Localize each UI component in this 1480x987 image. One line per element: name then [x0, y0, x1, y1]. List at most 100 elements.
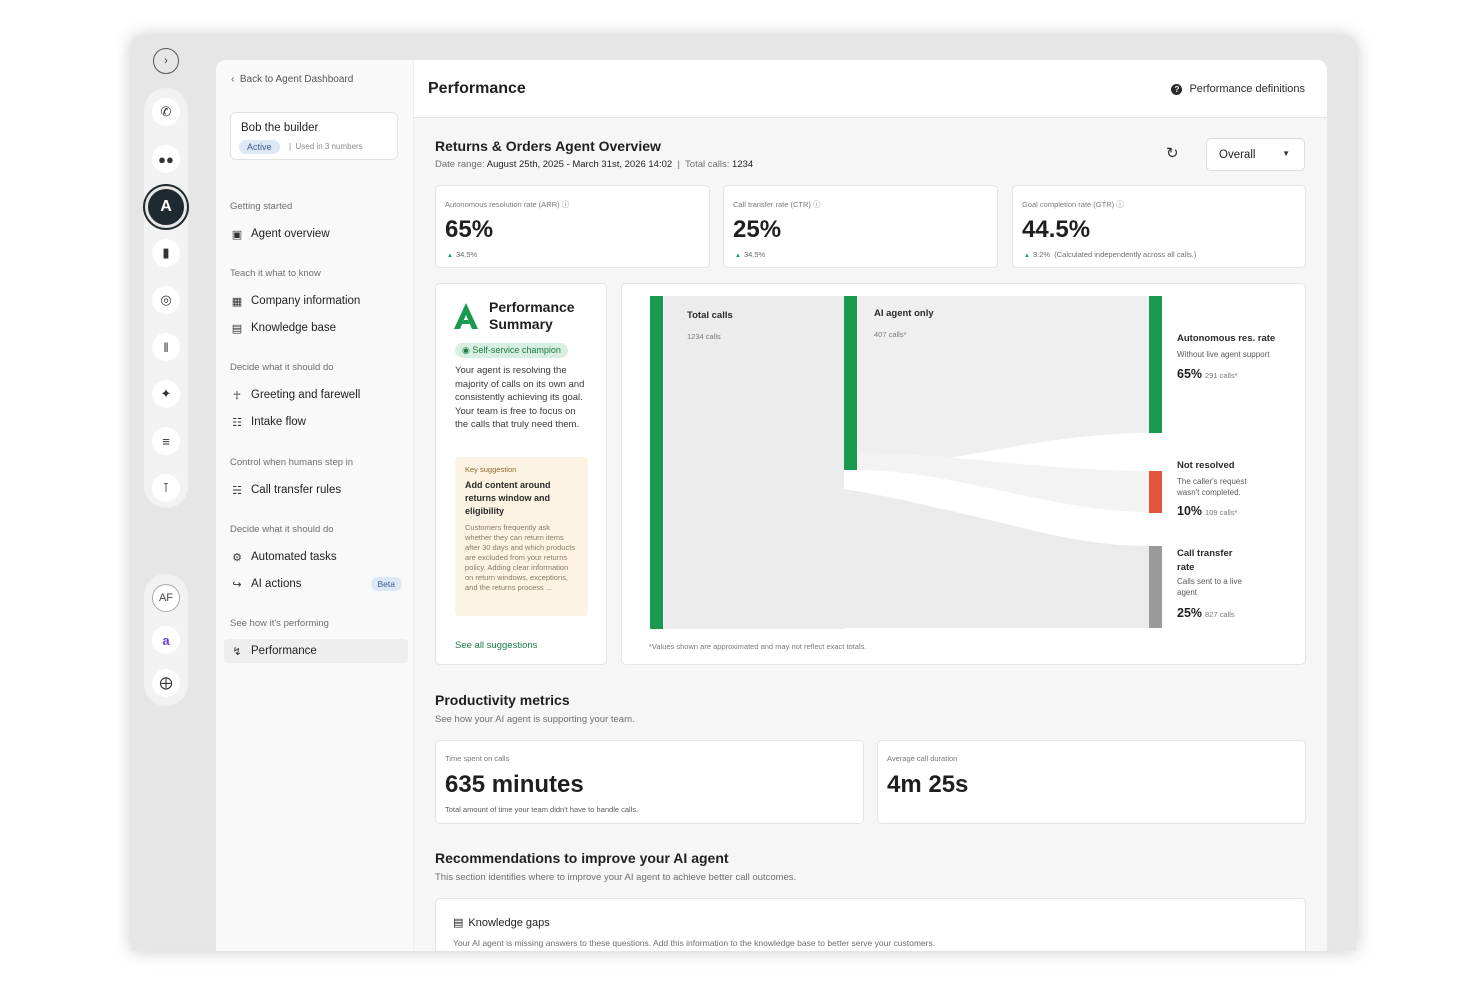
- node-value-calls: 291 calls*: [1205, 371, 1238, 380]
- kpi-label-text: Autonomous resolution rate (ARR): [445, 200, 560, 209]
- call-flow-sankey-card: Total calls 1234 calls AI agent only 407…: [621, 283, 1306, 665]
- node-label: Total calls: [687, 310, 733, 321]
- kpi-delta: ▲ 34.5%: [447, 250, 477, 259]
- trend-up-icon: ▲: [447, 253, 453, 259]
- sidebar-item-agent-overview[interactable]: ▣ Agent overview: [230, 222, 408, 246]
- building-icon: ▦: [231, 295, 243, 308]
- kpi-card-arr: Autonomous resolution rate (ARR) ⓘ 65% ▲…: [435, 185, 710, 268]
- knowledge-gaps-title-text: Knowledge gaps: [468, 916, 550, 929]
- sidebar-item-company-information[interactable]: ▦ Company information: [230, 289, 408, 313]
- help-icon: ?: [1171, 83, 1183, 95]
- kpi-label: Autonomous resolution rate (ARR) ⓘ: [445, 199, 569, 210]
- page-header: Performance ? Performance definitions: [414, 60, 1327, 118]
- performance-summary-title: Performance Summary: [489, 299, 575, 332]
- node-value-calls: 109 calls*: [1205, 508, 1238, 517]
- node-value: 65% 291 calls*: [1177, 367, 1238, 381]
- metric-desc: Total amount of time your team didn't ha…: [445, 805, 639, 814]
- sidebar-item-ai-actions[interactable]: ↪ AI actions Beta: [230, 572, 408, 596]
- status-badge: ◉ Self-service champion: [455, 343, 568, 358]
- knowledge-gaps-desc: Your AI agent is missing answers to thes…: [453, 938, 936, 948]
- sidebar-item-performance[interactable]: ↯ Performance: [224, 639, 408, 663]
- performance-definitions-link[interactable]: ? Performance definitions: [1171, 83, 1305, 95]
- recommendations-title: Recommendations to improve your AI agent: [435, 850, 729, 866]
- users-icon[interactable]: ●●: [152, 145, 180, 173]
- back-link[interactable]: ‹ Back to Agent Dashboard: [231, 74, 353, 85]
- refresh-icon[interactable]: ↻: [1166, 144, 1179, 162]
- agent-logo-icon[interactable]: A: [145, 186, 187, 228]
- node-desc: Calls sent to a live agent: [1177, 577, 1242, 597]
- kpi-label: Call transfer rate (CTR) ⓘ: [733, 199, 821, 210]
- node-sub: 1234 calls: [687, 332, 721, 341]
- node-label: Call transfer rate: [1177, 548, 1233, 573]
- sparkle-icon[interactable]: ✦: [152, 380, 180, 408]
- flow-total-to-transfer-band: [664, 491, 1149, 628]
- recommendations-subtitle: This section identifies where to improve…: [435, 872, 797, 883]
- check-circle-icon: ◉: [462, 345, 470, 355]
- knowledge-gaps-card: ▤ Knowledge gaps Your AI agent is missing…: [435, 898, 1306, 951]
- clipboard-icon: ☷: [232, 416, 242, 429]
- key-suggestion-text: Customers frequently ask whether they ca…: [465, 523, 576, 592]
- overview-select-value: Overall: [1219, 149, 1256, 161]
- audio-wave-icon[interactable]: ‖: [152, 333, 180, 361]
- key-suggestion-box: Key suggestion Add content around return…: [455, 457, 588, 616]
- back-link-label: Back to Agent Dashboard: [239, 74, 354, 85]
- branch-icon[interactable]: ⊺: [152, 474, 180, 502]
- status-badge: Active: [239, 140, 280, 154]
- overview-select[interactable]: Overall ▼: [1206, 138, 1305, 171]
- kpi-card-gtr: Goal completion rate (GTR) ⓘ 44.5% ▲ 3.2%…: [1012, 185, 1306, 268]
- productivity-card-time: Time spent on calls 635 minutes Total am…: [435, 740, 864, 824]
- info-icon[interactable]: ⓘ: [1116, 200, 1124, 209]
- kpi-label-text: Call transfer rate (CTR): [733, 200, 811, 209]
- sidebar-item-knowledge-base[interactable]: ▤ Knowledge base: [230, 316, 408, 340]
- handshake-icon: ☥: [232, 389, 242, 402]
- node-value-pct: 65%: [1177, 367, 1203, 381]
- badge-label: Self-service champion: [472, 345, 561, 355]
- metric-value: 635 minutes: [445, 771, 584, 798]
- node-not-resolved: [1149, 471, 1162, 513]
- node-value-pct: 25%: [1177, 606, 1203, 620]
- target-icon[interactable]: ◎: [152, 286, 180, 314]
- bar-chart-icon[interactable]: ▮: [152, 239, 180, 267]
- help-lifebuoy-icon[interactable]: ⨁: [152, 669, 180, 697]
- kpi-delta: ▲ 3.2% (Calculated independently across a…: [1024, 250, 1196, 259]
- brand-logo-icon[interactable]: a: [152, 626, 180, 654]
- sidebar-item-automated-tasks[interactable]: ⚙ Automated tasks: [230, 545, 408, 569]
- metric-label: Average call duration: [887, 754, 958, 763]
- see-all-suggestions-link[interactable]: See all suggestions: [455, 640, 537, 651]
- sidebar-item-greeting-farewell[interactable]: ☥ Greeting and farewell: [230, 383, 408, 407]
- node-transfer: [1149, 546, 1162, 628]
- sidebar-item-label: Company information: [251, 295, 361, 307]
- kpi-note: (Calculated independently across all cal…: [1054, 250, 1197, 259]
- beta-badge: Beta: [370, 577, 402, 591]
- node-ai: [844, 296, 857, 470]
- trend-up-icon: ▲: [1024, 253, 1030, 259]
- sidebar-item-label: Call transfer rules: [251, 484, 342, 496]
- nav-section-title: See how it's performing: [230, 618, 329, 629]
- performance-summary-card: Performance Summary ◉ Self-service champ…: [435, 283, 607, 665]
- sidebar-item-call-transfer-rules[interactable]: ☵ Call transfer rules: [230, 478, 408, 502]
- sliders-icon[interactable]: ≡: [152, 427, 180, 455]
- phone-icon[interactable]: ✆: [152, 98, 180, 126]
- flow-ai-to-autonomous: [858, 296, 1149, 469]
- agent-card[interactable]: Bob the builder Active | Used in 3 numbe…: [230, 112, 398, 160]
- avatar[interactable]: AF: [152, 584, 180, 612]
- robot-icon: ▣: [231, 228, 243, 241]
- flow-icon: ↪: [232, 578, 242, 591]
- kpi-delta-value: 34.5%: [743, 250, 766, 259]
- node-label: AI agent only: [874, 308, 934, 319]
- total-calls: 1234: [732, 159, 754, 170]
- page-title: Performance: [428, 80, 526, 97]
- knowledge-gaps-title: ▤ Knowledge gaps: [453, 916, 550, 930]
- nav-section-title: Decide what it should do: [230, 362, 334, 373]
- info-icon[interactable]: ⓘ: [813, 200, 821, 209]
- sidebar-item-label: Greeting and farewell: [251, 389, 361, 401]
- node-sub: 407 calls*: [874, 330, 907, 339]
- kpi-value: 44.5%: [1022, 216, 1091, 243]
- node-value-calls: 827 calls: [1205, 610, 1235, 619]
- sidebar-item-intake-flow[interactable]: ☷ Intake flow: [230, 410, 408, 434]
- info-icon[interactable]: ⓘ: [562, 200, 570, 209]
- node-label: Autonomous res. rate: [1177, 333, 1276, 344]
- icon-rail: › ✆ ●● A ▮ ◎ ‖ ✦ ≡ ⊺ AF a ⨁: [131, 36, 201, 951]
- kpi-delta: ▲ 34.5%: [735, 250, 765, 259]
- chevron-right-icon[interactable]: ›: [153, 48, 179, 74]
